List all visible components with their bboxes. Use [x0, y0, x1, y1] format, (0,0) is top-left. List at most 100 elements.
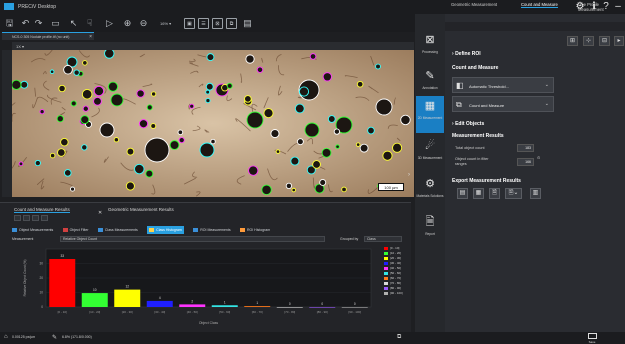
graphite-nodule: [210, 138, 216, 145]
tool-delete-icon[interactable]: ⊟: [599, 36, 610, 46]
graphite-nodule: [226, 82, 233, 89]
nav-2d-measurement-label: 2D Measurement: [417, 116, 443, 120]
nav-3d-measurement-label: 3D Measurement: [417, 156, 443, 160]
close-results-icon[interactable]: ✕: [98, 210, 102, 216]
tool-move-icon[interactable]: ⊹: [583, 36, 594, 46]
document-tab[interactable]: NCS-0 305 Nodule profile.tif (no unit) ×: [2, 32, 94, 40]
chevron-down-icon: ⌄: [544, 82, 549, 88]
histogram-bar: [341, 307, 368, 308]
zoom-level[interactable]: 16% ▾: [160, 21, 171, 26]
export-report-dropdown[interactable]: 🗎⌄: [505, 188, 522, 199]
graphite-nodule: [319, 179, 327, 186]
grid-icon[interactable]: ☰: [198, 18, 209, 29]
graphite-nodule: [136, 89, 145, 98]
export-icon[interactable]: [32, 215, 39, 221]
legend-swatch: [384, 276, 388, 280]
zoom-out-icon[interactable]: ⊖: [138, 18, 149, 29]
close-icon[interactable]: ×: [89, 34, 92, 40]
threshold-method-select[interactable]: ◧ Automatic Threshold... ⌄: [452, 77, 554, 93]
graphite-nodule: [20, 80, 29, 89]
tool-more-icon[interactable]: ▸: [614, 36, 624, 46]
export-excel-icon[interactable]: ▤: [457, 188, 468, 199]
undo-icon[interactable]: ↶: [20, 18, 31, 29]
measurement-row: Measurement Relative Object Count Groupe…: [12, 236, 407, 243]
subtab-object-measurements[interactable]: Object Measurements: [12, 226, 53, 234]
graphite-nodule: [294, 103, 305, 114]
export-image-icon[interactable]: 🗎: [489, 188, 500, 199]
graphite-nodule: [81, 144, 88, 151]
graphite-nodule: [113, 137, 120, 143]
nav-materials-solutions[interactable]: ⚙ Materials Solutions: [416, 174, 444, 211]
histogram-bar: [244, 306, 271, 307]
tab-line-profile[interactable]: Line Profile Measurement: [578, 2, 625, 12]
y-tick-label: 30: [39, 262, 43, 266]
delete-icon[interactable]: [41, 215, 48, 221]
define-roi-section[interactable]: › Define ROI: [452, 51, 481, 57]
histogram-bar: [276, 307, 303, 308]
legend-item: [90 - 100]: [384, 291, 410, 296]
graphite-nodule: [93, 85, 105, 97]
graphite-nodule: [18, 161, 24, 167]
nav-report[interactable]: 🗎 Report: [416, 212, 444, 249]
info-icon[interactable]: ⊙: [537, 155, 540, 160]
save-button[interactable]: Save: [580, 333, 604, 344]
graphite-nodule: [189, 103, 195, 109]
graphite-nodule: [145, 169, 154, 178]
nav-processing[interactable]: ⊠ Processing: [416, 30, 444, 67]
panel-collapse-icon[interactable]: ›: [408, 172, 414, 180]
edit-objects-section[interactable]: › Edit Objects: [452, 121, 484, 127]
nav-3d-measurement[interactable]: ☄ 3D Measurement: [416, 136, 444, 173]
subtab-roi-measurements[interactable]: ROI Measurements: [193, 226, 231, 234]
graphite-nodule: [205, 82, 214, 91]
graphite-nodule: [199, 142, 215, 158]
graphite-nodule: [205, 89, 211, 95]
table-icon[interactable]: [14, 215, 21, 221]
tab-geometric-measurement-results[interactable]: Geometric Measurement Results: [108, 207, 174, 212]
zoom-in-icon[interactable]: ⊕: [122, 18, 133, 29]
fullscreen-icon[interactable]: ⧉: [397, 334, 401, 341]
tab-geometric-measurement[interactable]: Geometric Measurement: [451, 2, 497, 7]
count-measure-select[interactable]: ⧉ Count and Measure ⌄: [452, 96, 554, 112]
legend-swatch: [384, 256, 388, 260]
pen-icon[interactable]: ✎: [52, 334, 57, 341]
chart-icon[interactable]: [23, 215, 30, 221]
histogram-bar: [81, 293, 108, 307]
legend-swatch: [384, 286, 388, 290]
export-table-icon[interactable]: ▦: [473, 188, 484, 199]
select-icon[interactable]: ↖: [68, 18, 79, 29]
play-icon[interactable]: ▷: [104, 18, 115, 29]
overlay-icon[interactable]: ⊠: [212, 18, 223, 29]
tab-count-measure-results[interactable]: Count and Measure Results: [14, 207, 70, 213]
histogram-bar: [114, 289, 141, 307]
x-axis-label: Object Class: [199, 321, 219, 325]
fit-icon[interactable]: ▣: [184, 18, 195, 29]
export-workbook-icon[interactable]: ▥: [530, 188, 541, 199]
pan-icon[interactable]: ☟: [84, 18, 95, 29]
layout-icon[interactable]: ▤: [242, 18, 253, 29]
home-icon[interactable]: ⌂: [4, 334, 8, 340]
redo-icon[interactable]: ↷: [33, 18, 44, 29]
subtab-class-measurements[interactable]: Class Measurements: [97, 226, 138, 234]
measurement-select[interactable]: Relative Object Count: [60, 236, 325, 242]
tab-count-and-measure[interactable]: Count and Measure: [521, 2, 558, 8]
snapshot-icon[interactable]: ⧉: [226, 18, 237, 29]
save-doc-icon[interactable]: 🖫: [4, 18, 15, 29]
graphite-nodule: [169, 140, 180, 150]
subtab-class-histogram[interactable]: Class Histogram: [147, 226, 184, 234]
grouped-by-select[interactable]: Class: [364, 236, 402, 242]
tool-add-icon[interactable]: ⊞: [567, 36, 578, 46]
subtab-roi-histogram[interactable]: ROI Histogram: [239, 226, 270, 234]
rect-select-icon[interactable]: ▭: [50, 18, 61, 29]
subtab-object-filter[interactable]: Object Filter: [62, 226, 89, 234]
x-tick-label: [80 - 90]: [317, 310, 328, 314]
graphite-nodule: [375, 63, 381, 70]
nav-2d-measurement[interactable]: ▦ 2D Measurement: [416, 96, 444, 133]
legend-swatch: [384, 271, 388, 275]
micrograph-image[interactable]: 100 µm: [12, 50, 414, 197]
legend-swatch: [384, 266, 388, 270]
graphite-nodule: [146, 104, 153, 111]
main-toolbar: 🖫 ↶ ↷ ▭ ↖ ☟ ▷ ⊕ ⊖ 16% ▾ ▣ ☰ ⊠ ⧉ ▤: [0, 14, 415, 32]
graphite-nodule: [107, 81, 119, 92]
image-zoom-select[interactable]: 1X ▾: [16, 44, 24, 49]
bar-data-label: 0: [354, 302, 356, 306]
